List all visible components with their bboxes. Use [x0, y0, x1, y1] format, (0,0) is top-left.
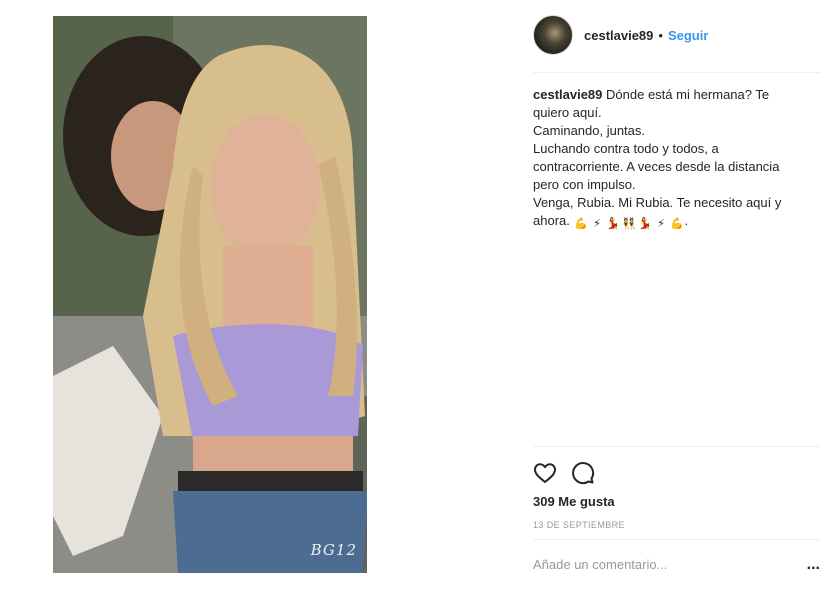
caption-emojis: 💪 ⚡ 💃 👯 💃 ⚡ 💪 — [574, 217, 685, 231]
comment-button[interactable] — [571, 461, 595, 485]
post-date[interactable]: 13 DE SEPTIEMBRE — [533, 520, 625, 530]
post-sidebar: cestlavie89 • Seguir cestlavie89 Dónde e… — [533, 0, 820, 589]
header-username[interactable]: cestlavie89 — [584, 28, 653, 43]
caption-trailing: . — [684, 213, 689, 228]
separator-dot: • — [658, 27, 663, 43]
avatar[interactable] — [533, 15, 573, 55]
flexed-biceps-icon: 💪 — [574, 218, 588, 230]
photo-watermark: BG12 — [310, 541, 357, 559]
caption-line-4: Venga, Rubia. Mi Rubia. Te necesito aquí… — [533, 194, 803, 231]
header-divider — [533, 72, 820, 73]
actions-divider — [533, 446, 820, 447]
like-button[interactable] — [533, 461, 557, 485]
woman-dancing-icon: 💃 — [606, 218, 620, 230]
caption-line-2: Caminando, juntas. — [533, 123, 646, 138]
comment-input[interactable]: Añade un comentario... — [533, 557, 667, 572]
women-with-bunny-ears-icon: 👯 — [622, 218, 636, 230]
caption-line-3: Luchando contra todo y todos, a contraco… — [533, 141, 780, 192]
comment-divider — [533, 539, 820, 540]
post-actions — [533, 461, 595, 485]
high-voltage-icon: ⚡ — [593, 218, 601, 230]
follow-button[interactable]: Seguir — [668, 28, 708, 43]
comment-bar: Añade un comentario... ... — [533, 556, 820, 572]
post-header: cestlavie89 • Seguir — [533, 14, 708, 56]
like-count[interactable]: 309 Me gusta — [533, 494, 615, 509]
high-voltage-icon: ⚡ — [657, 218, 665, 230]
more-options-icon[interactable]: ... — [807, 556, 820, 572]
woman-dancing-icon: 💃 — [638, 218, 652, 230]
post-photo[interactable]: BG12 — [53, 16, 367, 573]
comment-icon — [572, 462, 595, 485]
photo-illustration — [53, 16, 367, 573]
caption-line-1: cestlavie89 Dónde está mi hermana? Te qu… — [533, 86, 803, 122]
caption-username[interactable]: cestlavie89 — [533, 87, 602, 102]
post-caption: cestlavie89 Dónde está mi hermana? Te qu… — [533, 86, 803, 231]
flexed-biceps-icon: 💪 — [670, 218, 684, 230]
heart-icon — [534, 463, 556, 483]
